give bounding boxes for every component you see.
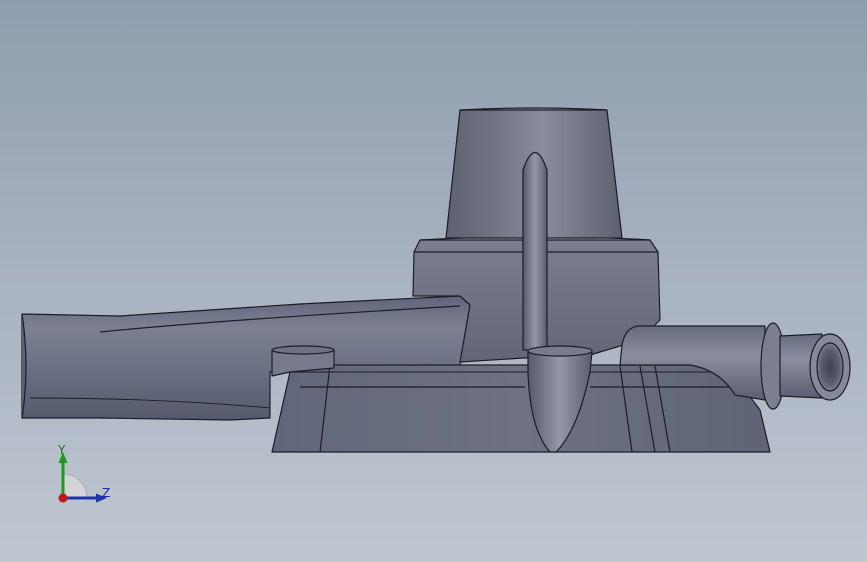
vertical-rib <box>522 151 548 351</box>
cad-part-model[interactable] <box>0 0 867 562</box>
graphics-viewport[interactable]: Y Z <box>0 0 867 562</box>
triad-y-label: Y <box>58 443 66 457</box>
base-flange <box>271 364 771 453</box>
triad-z-label: Z <box>102 486 111 500</box>
